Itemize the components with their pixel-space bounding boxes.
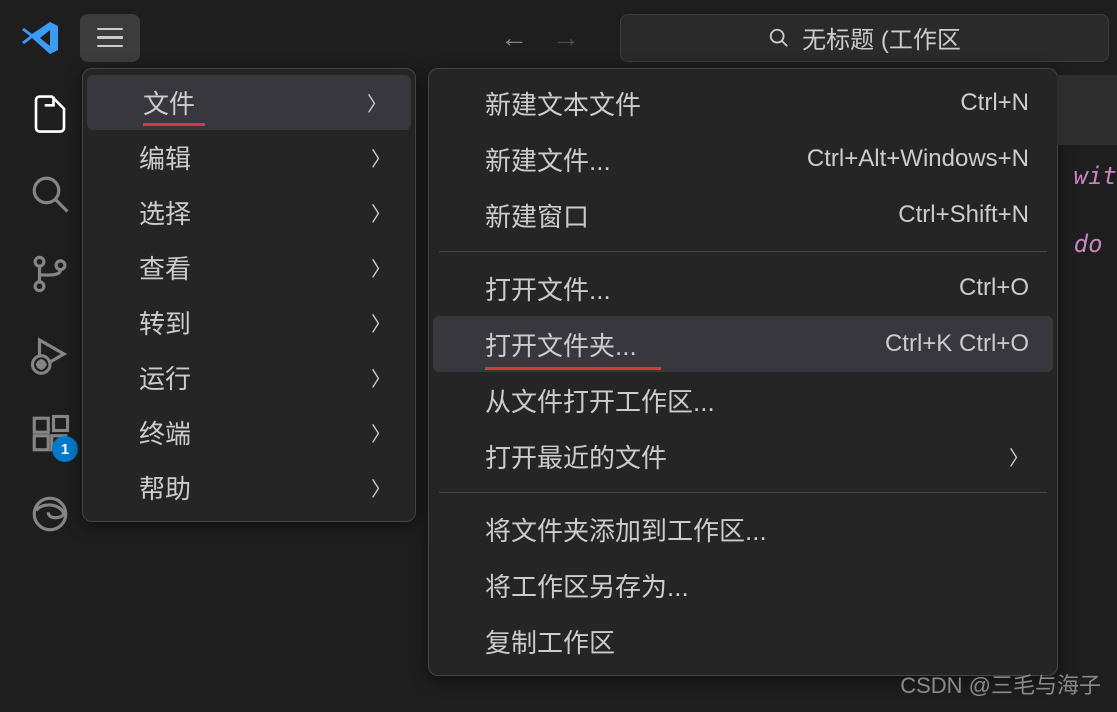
chevron-right-icon: 〉 (371, 198, 391, 227)
submenu-label: 将文件夹添加到工作区... (485, 511, 767, 548)
submenu-label: 新建文件... (485, 141, 611, 178)
menu-item-label: 编辑 (139, 139, 191, 176)
code-preview: wit do (1074, 162, 1117, 258)
nav-arrows: ← → (500, 22, 580, 54)
menu-edit[interactable]: 编辑 〉 (83, 130, 415, 185)
annotation-underline (485, 367, 661, 370)
annotation-underline (143, 123, 205, 126)
watermark-text: CSDN @三毛与海子 (900, 668, 1101, 700)
chevron-right-icon: 〉 (371, 473, 391, 502)
debug-tab[interactable] (26, 330, 74, 378)
menu-item-label: 查看 (139, 249, 191, 286)
main-menu-dropdown: 文件 〉 编辑 〉 选择 〉 查看 〉 转到 〉 运行 〉 终端 〉 帮助 〉 (82, 68, 416, 522)
menu-view[interactable]: 查看 〉 (83, 240, 415, 295)
add-folder-to-workspace[interactable]: 将文件夹添加到工作区... (429, 501, 1057, 557)
menu-go[interactable]: 转到 〉 (83, 295, 415, 350)
source-control-tab[interactable] (26, 250, 74, 298)
menu-help[interactable]: 帮助 〉 (83, 460, 415, 515)
edge-tab[interactable] (26, 490, 74, 538)
menu-run[interactable]: 运行 〉 (83, 350, 415, 405)
chevron-right-icon: 〉 (371, 253, 391, 282)
chevron-right-icon: 〉 (371, 143, 391, 172)
file-submenu: 新建文本文件 Ctrl+N 新建文件... Ctrl+Alt+Windows+N… (428, 68, 1058, 676)
editor-tab-area (1057, 75, 1117, 145)
new-file[interactable]: 新建文件... Ctrl+Alt+Windows+N (429, 131, 1057, 187)
submenu-label: 新建文本文件 (485, 85, 641, 122)
keyboard-shortcut: Ctrl+N (960, 89, 1029, 117)
git-branch-icon (29, 253, 71, 295)
keyboard-shortcut: Ctrl+Shift+N (898, 201, 1029, 229)
search-text: 无标题 (工作区 (802, 20, 961, 55)
submenu-label: 将工作区另存为... (485, 567, 689, 604)
new-text-file[interactable]: 新建文本文件 Ctrl+N (429, 75, 1057, 131)
explorer-tab[interactable] (26, 90, 74, 138)
menu-terminal[interactable]: 终端 〉 (83, 405, 415, 460)
chevron-right-icon: 〉 (371, 308, 391, 337)
submenu-label: 新建窗口 (485, 197, 589, 234)
extensions-tab[interactable]: 1 (26, 410, 74, 458)
chevron-right-icon: 〉 (1009, 442, 1029, 471)
hamburger-icon (97, 28, 123, 48)
menu-item-label: 选择 (139, 194, 191, 231)
search-icon (768, 27, 790, 49)
code-keyword: wit (1074, 162, 1117, 190)
search-icon (29, 173, 71, 215)
keyboard-shortcut: Ctrl+Alt+Windows+N (807, 145, 1029, 173)
vscode-logo-icon (20, 18, 60, 58)
menu-item-label: 运行 (139, 359, 191, 396)
hamburger-menu-button[interactable] (80, 14, 140, 62)
menu-divider (439, 492, 1047, 493)
titlebar: ← → 无标题 (工作区 (0, 0, 1117, 75)
menu-file[interactable]: 文件 〉 (87, 75, 411, 130)
save-workspace-as[interactable]: 将工作区另存为... (429, 557, 1057, 613)
files-icon (29, 93, 71, 135)
menu-item-label: 帮助 (139, 469, 191, 506)
submenu-label: 打开最近的文件 (485, 438, 667, 475)
menu-selection[interactable]: 选择 〉 (83, 185, 415, 240)
open-file[interactable]: 打开文件... Ctrl+O (429, 260, 1057, 316)
open-workspace-from-file[interactable]: 从文件打开工作区... (429, 372, 1057, 428)
keyboard-shortcut: Ctrl+K Ctrl+O (885, 330, 1029, 358)
extensions-badge: 1 (52, 436, 78, 462)
new-window[interactable]: 新建窗口 Ctrl+Shift+N (429, 187, 1057, 243)
chevron-right-icon: 〉 (371, 363, 391, 392)
duplicate-workspace[interactable]: 复制工作区 (429, 613, 1057, 669)
chevron-right-icon: 〉 (371, 418, 391, 447)
command-center[interactable]: 无标题 (工作区 (620, 14, 1109, 62)
menu-item-label: 文件 (143, 84, 195, 121)
menu-item-label: 转到 (139, 304, 191, 341)
submenu-label: 复制工作区 (485, 623, 615, 660)
chevron-right-icon: 〉 (367, 88, 387, 117)
submenu-label: 打开文件... (485, 270, 611, 307)
debug-icon (29, 333, 71, 375)
open-folder[interactable]: 打开文件夹... Ctrl+K Ctrl+O (433, 316, 1053, 372)
keyboard-shortcut: Ctrl+O (959, 274, 1029, 302)
submenu-label: 从文件打开工作区... (485, 382, 715, 419)
edge-icon (29, 493, 71, 535)
nav-forward-icon[interactable]: → (552, 22, 580, 54)
search-tab[interactable] (26, 170, 74, 218)
nav-back-icon[interactable]: ← (500, 22, 528, 54)
menu-item-label: 终端 (139, 414, 191, 451)
open-recent[interactable]: 打开最近的文件 〉 (429, 428, 1057, 484)
submenu-label: 打开文件夹... (485, 326, 637, 363)
code-keyword: do (1074, 230, 1117, 258)
menu-divider (439, 251, 1047, 252)
